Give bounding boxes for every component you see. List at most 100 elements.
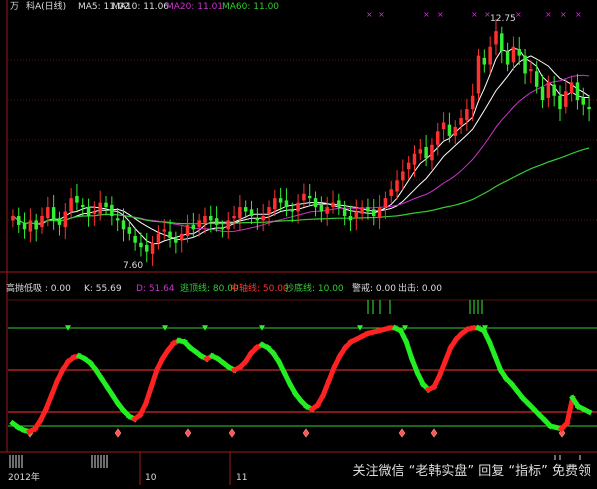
candle-body	[121, 220, 126, 230]
candle-body	[476, 55, 481, 94]
candle-body	[337, 200, 341, 208]
candle-body	[534, 71, 539, 87]
candle-body	[290, 209, 295, 212]
candle-body	[127, 227, 132, 234]
candle-body	[430, 144, 434, 161]
candle-body	[220, 227, 225, 230]
buy-signal-marker	[228, 428, 236, 438]
buy-signal-marker	[184, 428, 192, 438]
candle-body	[110, 204, 114, 216]
candle-body	[383, 198, 388, 208]
top-markers: × × × × × × × × × ×	[366, 10, 582, 19]
candle-body	[395, 180, 399, 192]
candle-body	[348, 216, 353, 221]
candle-body	[249, 209, 254, 216]
top-marker: ×	[437, 10, 444, 19]
candle-body	[377, 207, 382, 219]
candle-body	[238, 207, 242, 219]
candle-body	[104, 202, 108, 208]
mid-axis-label: 中轴线: 50.00	[230, 284, 289, 294]
candle-body	[115, 218, 120, 221]
candle-body	[162, 229, 166, 232]
candle-body	[494, 31, 498, 45]
candle-body	[447, 124, 452, 136]
year-label: 2012年	[8, 473, 40, 483]
candle-body	[168, 231, 172, 239]
ma60-label: MA60: 11.00	[222, 2, 280, 12]
candle-body	[546, 82, 551, 98]
candle-body	[267, 207, 271, 214]
signal-markers	[26, 300, 566, 438]
month-label: 10	[145, 473, 157, 483]
candle-body	[214, 218, 219, 225]
candle-body	[558, 95, 562, 110]
candle-body	[284, 200, 289, 208]
month-label: 11	[236, 473, 248, 483]
k-segment	[564, 395, 576, 427]
indicator-name: 高抛低吸 : 0.00	[6, 284, 71, 294]
candle-body	[51, 207, 56, 221]
candlesticks	[11, 19, 591, 266]
candle-body	[406, 162, 411, 170]
candle-body	[552, 84, 556, 96]
alert-label: 警戒: 0.00	[352, 284, 396, 294]
stock-chart-canvas[interactable]: × × × × × × × × × ×	[0, 0, 597, 485]
candle-body	[540, 86, 545, 101]
candle-body	[482, 57, 487, 65]
candle-body	[342, 209, 347, 216]
candle-body	[81, 204, 85, 208]
candle-body	[389, 189, 393, 196]
candle-body	[226, 220, 230, 230]
candle-body	[86, 207, 91, 216]
k-segment	[148, 366, 161, 390]
candle-body	[63, 211, 68, 228]
candle-body	[139, 242, 143, 248]
candle-body	[569, 82, 574, 94]
candle-body	[255, 218, 260, 221]
bottom-buy-label: 抄底线: 10.00	[285, 284, 344, 294]
top-marker: ×	[366, 10, 373, 19]
buy-signal-marker	[302, 428, 310, 438]
candle-body	[511, 46, 516, 63]
candle-body	[57, 218, 62, 225]
k-value-label: K: 55.69	[84, 284, 122, 294]
candle-body	[564, 91, 568, 107]
candle-body	[273, 198, 277, 210]
top-marker: ×	[423, 10, 430, 19]
candle-body	[145, 244, 149, 252]
candle-body	[22, 222, 27, 230]
candle-body	[529, 69, 533, 72]
candle-body	[34, 220, 38, 230]
title-prefix: 万	[10, 2, 20, 12]
candle-body	[296, 202, 300, 212]
top-marker: ×	[378, 10, 385, 19]
candle-body	[232, 216, 236, 219]
k-line	[9, 324, 593, 435]
candle-body	[523, 55, 527, 74]
candle-body	[500, 33, 504, 52]
candle-body	[436, 131, 440, 145]
candle-body	[470, 95, 475, 110]
candle-body	[98, 202, 102, 214]
ma20-label: MA20: 11.01	[166, 2, 224, 12]
candle-body	[278, 198, 283, 203]
k-segment	[580, 405, 593, 416]
lower-grid	[8, 299, 597, 427]
top-marker: ×	[575, 10, 582, 19]
candle-body	[424, 146, 428, 159]
candle-body	[331, 202, 335, 208]
watermark-text: 关注微信 “老韩实盘” 回复 “指标” 免费领	[352, 464, 591, 479]
candle-body	[92, 211, 97, 214]
candle-body	[360, 207, 364, 214]
chart-title: 科A(日线)	[26, 2, 67, 12]
candle-body	[418, 149, 423, 154]
candle-body	[185, 224, 190, 237]
ma10-label: MA10: 11.06	[112, 2, 170, 12]
candle-body	[133, 236, 137, 243]
buy-signal-marker	[398, 428, 406, 438]
candle-body	[197, 220, 201, 228]
candle-body	[191, 224, 196, 230]
candle-body	[488, 46, 492, 65]
candle-body	[174, 238, 178, 243]
top-marker: ×	[471, 10, 478, 19]
